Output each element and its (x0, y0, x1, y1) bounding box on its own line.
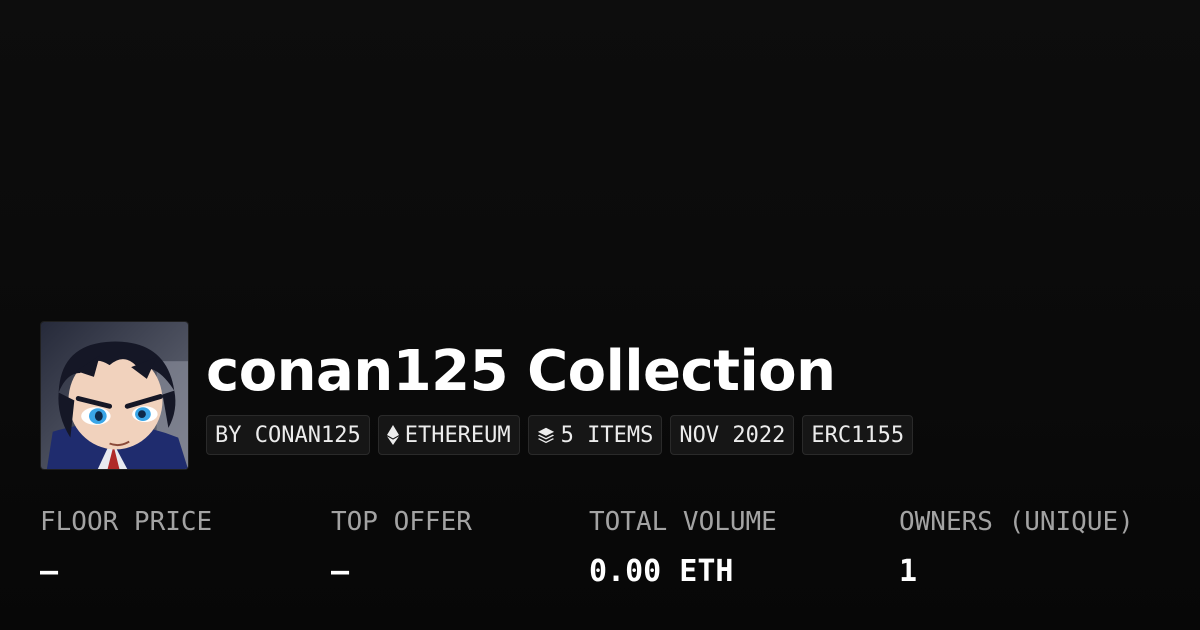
anime-character-avatar-icon (41, 322, 188, 469)
total-volume-label: TOTAL VOLUME (589, 507, 777, 537)
chain-badge[interactable]: ETHEREUM (377, 415, 520, 455)
standard-badge: ERC1155 (802, 415, 914, 455)
items-badge[interactable]: 5 ITEMS (527, 415, 663, 455)
date-badge: NOV 2022 (670, 415, 795, 455)
floor-price-value: – (40, 554, 59, 589)
creator-badge-label: BY CONAN125 (215, 422, 361, 448)
collection-badges: BY CONAN125 ETHEREUM 5 ITEMS NOV 2022 ER… (206, 415, 914, 455)
collection-avatar (40, 321, 189, 470)
stat-top-offer: TOP OFFER – (331, 505, 472, 589)
items-badge-label: 5 ITEMS (560, 422, 654, 448)
stat-total-volume: TOTAL VOLUME 0.00 ETH (589, 505, 777, 589)
top-offer-value: – (331, 554, 350, 589)
standard-badge-label: ERC1155 (811, 422, 905, 448)
creator-badge[interactable]: BY CONAN125 (206, 415, 370, 455)
chain-badge-label: ETHEREUM (404, 422, 511, 448)
total-volume-value: 0.00 ETH (589, 554, 734, 589)
stat-owners: OWNERS (UNIQUE) 1 (899, 505, 1134, 589)
floor-price-label: FLOOR PRICE (40, 507, 213, 537)
date-badge-label: NOV 2022 (679, 422, 786, 448)
collection-title: conan125 Collection (206, 339, 836, 404)
owners-label: OWNERS (UNIQUE) (899, 507, 1134, 537)
ethereum-icon (386, 424, 399, 446)
top-offer-label: TOP OFFER (331, 507, 472, 537)
owners-value: 1 (899, 554, 918, 589)
layers-icon (537, 426, 555, 444)
stat-floor-price: FLOOR PRICE – (40, 505, 212, 589)
